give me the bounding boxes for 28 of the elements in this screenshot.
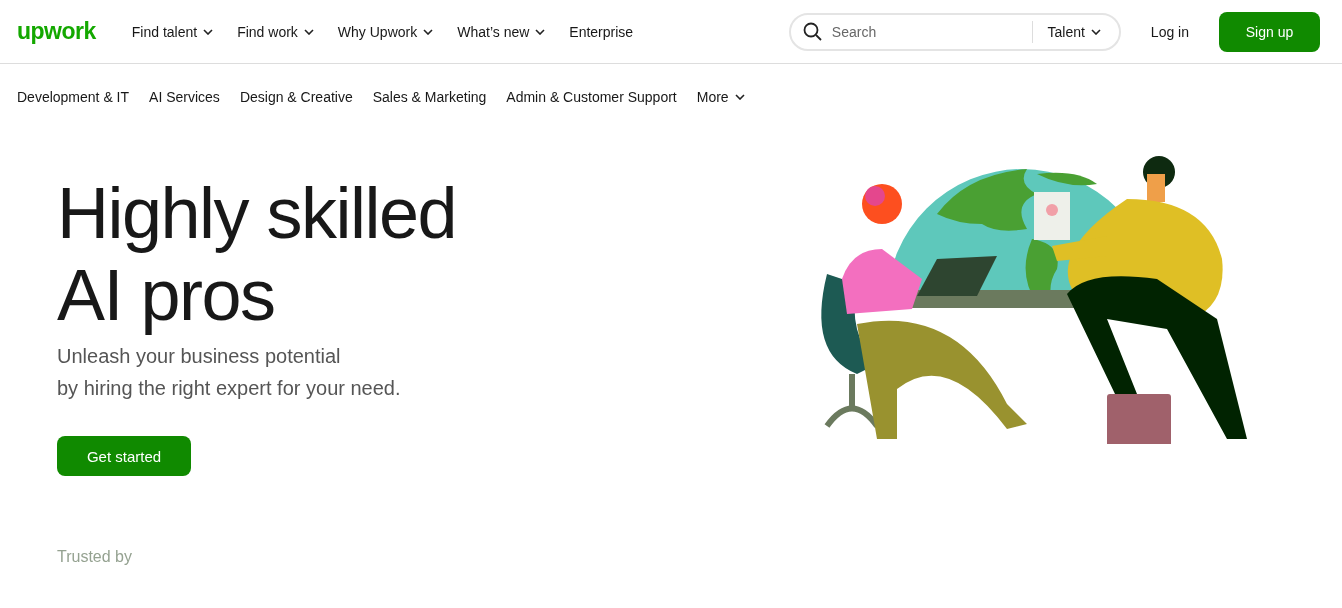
search-field[interactable]: Search Talent — [788, 12, 1121, 51]
nav-menu-item[interactable]: Find work — [237, 23, 314, 40]
hero-subtitle: by hiring the right expert for your need. — [57, 376, 401, 401]
get-started-button[interactable]: Get started — [57, 436, 191, 476]
nav-menu-item[interactable]: Why Upwork — [337, 23, 434, 40]
hero-heading: Highly skilled — [57, 172, 457, 254]
signup-button[interactable]: Sign up — [1219, 11, 1320, 52]
search-scope-dropdown[interactable]: Talent — [1032, 20, 1107, 43]
category-link[interactable]: AI Services — [149, 89, 220, 105]
caret-icon — [535, 28, 546, 35]
category-link[interactable]: More — [696, 89, 745, 105]
nav-menu-item[interactable]: What’s new — [457, 23, 546, 40]
category-link[interactable]: Design & Creative — [239, 89, 353, 105]
category-link[interactable]: Sales & Marketing — [372, 89, 487, 105]
category-link[interactable]: Development & IT — [17, 89, 130, 105]
caret-icon — [1090, 28, 1101, 35]
nav-menu-item[interactable]: Find talent — [131, 23, 214, 40]
search-icon — [802, 22, 822, 41]
login-link[interactable]: Log in — [1144, 22, 1195, 41]
caret-icon — [203, 28, 214, 35]
hero-heading: AI pros — [57, 254, 275, 336]
nav-menu-item[interactable]: Enterprise — [569, 23, 634, 40]
category-link[interactable]: Admin & Customer Support — [506, 89, 677, 105]
trusted-by-label: Trusted by — [57, 548, 132, 566]
caret-icon — [734, 94, 745, 100]
hero-subtitle: Unleash your business potential — [57, 344, 341, 369]
caret-icon — [423, 28, 434, 35]
caret-icon — [303, 28, 314, 35]
